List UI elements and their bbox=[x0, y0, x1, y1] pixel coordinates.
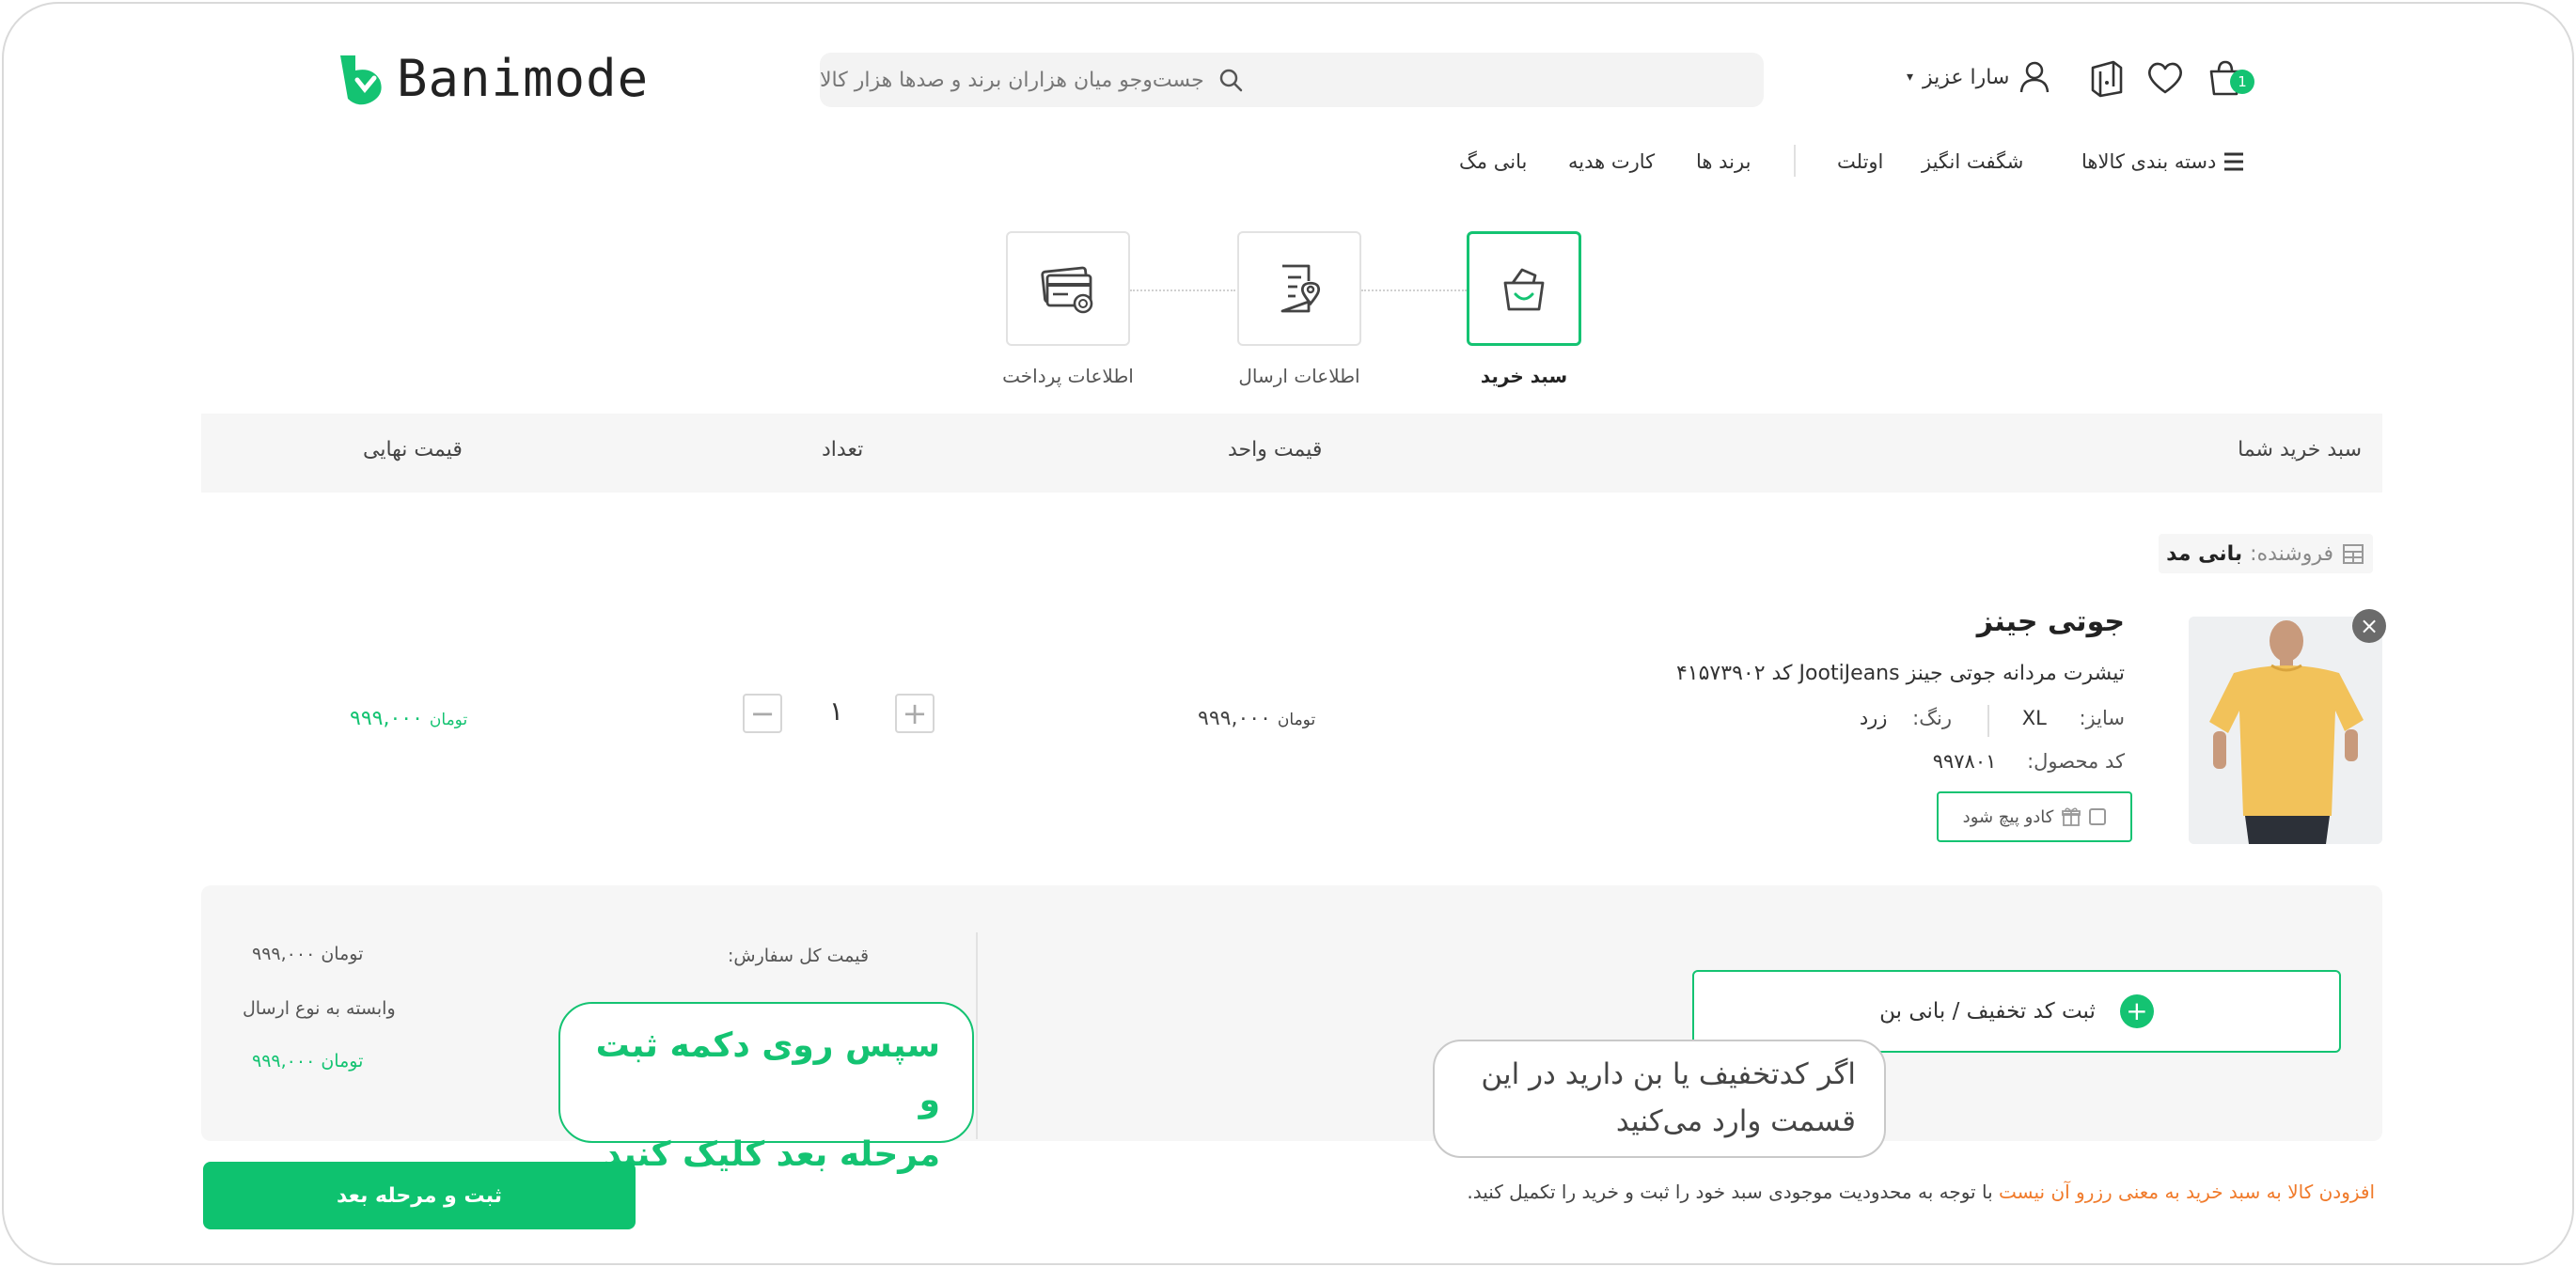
nav-item-gift-card[interactable]: کارت هدیه bbox=[1568, 145, 1655, 179]
nav-categories[interactable]: دسته بندی کالاها bbox=[2081, 145, 2246, 179]
user-name: سارا عزیز bbox=[1923, 65, 2010, 89]
browser-frame: Banimode جست‌وجو میان هزاران برند و صدها… bbox=[2, 2, 2574, 1265]
close-icon: × bbox=[2359, 613, 2380, 639]
discount-hint-tooltip: اگر کدتخفیف یا بن دارید در این قسمت وارد… bbox=[1433, 1040, 1886, 1158]
summary-divider bbox=[976, 932, 978, 1139]
gift-wrap-checkbox[interactable]: کادو پیچ شود bbox=[1937, 791, 2132, 842]
nav-divider bbox=[1794, 145, 1796, 177]
product-size: سایز: XL bbox=[2022, 707, 2125, 729]
final-price-currency: تومان bbox=[429, 711, 468, 729]
product-code: کد محصول: ۹۹۷۸۰۱ bbox=[1933, 750, 2125, 773]
seller-name: بانی مد bbox=[2166, 541, 2243, 566]
final-price: تومان ۹۹۹,۰۰۰ bbox=[350, 707, 467, 730]
payable-price: تومان ۹۹۹,۰۰۰ bbox=[243, 1051, 363, 1071]
increase-quantity-button[interactable]: + bbox=[895, 694, 935, 733]
shopping-bag-icon bbox=[1503, 268, 1545, 311]
gift-wrap-label: کادو پیچ شود bbox=[1962, 806, 2054, 827]
box-icon[interactable] bbox=[2085, 56, 2128, 100]
logo-text: Banimode bbox=[397, 49, 650, 108]
reservation-note: افزودن کالا به سبد خرید به معنی رزرو آن … bbox=[1467, 1181, 2375, 1203]
minus-icon: − bbox=[749, 696, 776, 731]
user-icon bbox=[2020, 61, 2050, 93]
plus-circle-icon: + bbox=[2119, 994, 2154, 1028]
user-menu[interactable]: ▾ سارا عزیز bbox=[1907, 60, 2050, 94]
tooltip-line: قسمت وارد می‌کنید bbox=[1615, 1104, 1856, 1138]
total-currency: تومان bbox=[321, 944, 364, 964]
step-payment-label: اطلاعات پرداخت bbox=[1002, 365, 1134, 387]
reservation-note-text: با توجه به محدودیت موجودی سبد خود را ثبت… bbox=[1467, 1181, 1999, 1203]
header-your-cart: سبد خرید شما bbox=[2238, 438, 2362, 461]
unit-price-currency: تومان bbox=[1277, 711, 1316, 729]
chevron-down-icon: ▾ bbox=[1907, 70, 1914, 85]
code-label: کد محصول: bbox=[2027, 750, 2125, 773]
cart-count-badge: 1 bbox=[2230, 70, 2254, 94]
total-label: قیمت کل سفارش: bbox=[728, 946, 870, 966]
search-placeholder: جست‌وجو میان هزاران برند و صدها هزار کال… bbox=[820, 68, 1204, 92]
meta-divider bbox=[1987, 705, 1989, 737]
color-label: رنگ: bbox=[1912, 707, 1952, 729]
next-step-hint-tooltip: سپس روی دکمه ثبت و مرحله بعد کلیک کنید bbox=[558, 1002, 974, 1174]
header-final-price: قیمت نهایی bbox=[363, 438, 463, 461]
total-price: تومان ۹۹۹,۰۰۰ bbox=[243, 944, 363, 964]
submit-next-step-button[interactable]: ثبت و مرحله بعد bbox=[203, 1162, 636, 1229]
tooltip-line: اگر کدتخفیف یا بن دارید در این bbox=[1481, 1057, 1856, 1091]
product-photo bbox=[2189, 617, 2382, 844]
decrease-quantity-button[interactable]: − bbox=[743, 694, 782, 733]
final-price-value: ۹۹۹,۰۰۰ bbox=[350, 707, 423, 730]
step-shipping[interactable] bbox=[1237, 231, 1361, 346]
payment-card-icon bbox=[1041, 266, 1093, 314]
cart-table-header: سبد خرید شما قیمت واحد تعداد قیمت نهایی bbox=[201, 414, 2382, 493]
search-icon bbox=[1219, 69, 1242, 92]
payable-currency: تومان bbox=[321, 1051, 364, 1071]
header-quantity: تعداد bbox=[822, 438, 864, 461]
tooltip-line: سپس روی دکمه ثبت و bbox=[595, 1026, 940, 1119]
unit-price: تومان ۹۹۹,۰۰۰ bbox=[1198, 707, 1315, 730]
gift-icon bbox=[2062, 807, 2081, 826]
code-value: ۹۹۷۸۰۱ bbox=[1932, 750, 1997, 773]
step-shipping-label: اطلاعات ارسال bbox=[1238, 365, 1360, 387]
store-icon bbox=[2343, 544, 2364, 564]
document-location-icon bbox=[1280, 264, 1321, 313]
discount-code-label: ثبت کد تخفیف / بانی بن bbox=[1879, 999, 2096, 1024]
reservation-warning: افزودن کالا به سبد خرید به معنی رزرو آن … bbox=[1999, 1181, 2375, 1203]
product-color: رنگ: زرد bbox=[1860, 707, 1952, 729]
plus-icon: + bbox=[902, 696, 928, 731]
size-label: سایز: bbox=[2079, 707, 2125, 729]
unit-price-value: ۹۹۹,۰۰۰ bbox=[1198, 707, 1271, 730]
menu-icon bbox=[2224, 152, 2244, 171]
nav-item-amazing[interactable]: شگفت انگیز bbox=[1922, 145, 2023, 179]
payable-value: ۹۹۹,۰۰۰ bbox=[252, 1051, 316, 1071]
seller-label: فروشنده: bbox=[2250, 541, 2333, 566]
step-payment[interactable] bbox=[1006, 231, 1130, 346]
color-value: زرد bbox=[1859, 707, 1888, 729]
nav-item-brands[interactable]: برند ها bbox=[1696, 145, 1751, 179]
search-input[interactable]: جست‌وجو میان هزاران برند و صدها هزار کال… bbox=[820, 53, 1764, 107]
nav-categories-label: دسته بندی کالاها bbox=[2081, 150, 2217, 173]
step-connector bbox=[1130, 289, 1235, 291]
product-image[interactable] bbox=[2189, 617, 2382, 844]
size-value: XL bbox=[2021, 707, 2047, 729]
logo-mark-icon bbox=[340, 55, 382, 104]
quantity-value: ۱ bbox=[829, 696, 844, 727]
shipping-cost-note: وابسته به نوع ارسال bbox=[243, 998, 396, 1019]
remove-item-button[interactable]: × bbox=[2352, 609, 2386, 643]
step-cart[interactable] bbox=[1467, 231, 1581, 346]
checkbox-box[interactable] bbox=[2089, 808, 2107, 825]
header-unit-price: قیمت واحد bbox=[1228, 438, 1323, 461]
nav-item-banimag[interactable]: بانی مگ bbox=[1459, 145, 1527, 179]
step-cart-label: سبد خرید bbox=[1480, 365, 1568, 387]
site-logo[interactable]: Banimode bbox=[335, 49, 649, 108]
total-value: ۹۹۹,۰۰۰ bbox=[252, 944, 316, 964]
step-connector bbox=[1361, 289, 1467, 291]
product-brand[interactable]: جوتی جینز bbox=[1977, 605, 2125, 638]
seller-badge: فروشنده: بانی مد bbox=[2159, 534, 2373, 573]
nav-item-outlet[interactable]: اوتلت bbox=[1837, 145, 1883, 179]
heart-icon[interactable] bbox=[2144, 56, 2187, 100]
product-title[interactable]: تیشرت مردانه جوتی جینز JootiJeans کد ۴۱۵… bbox=[1676, 662, 2125, 685]
